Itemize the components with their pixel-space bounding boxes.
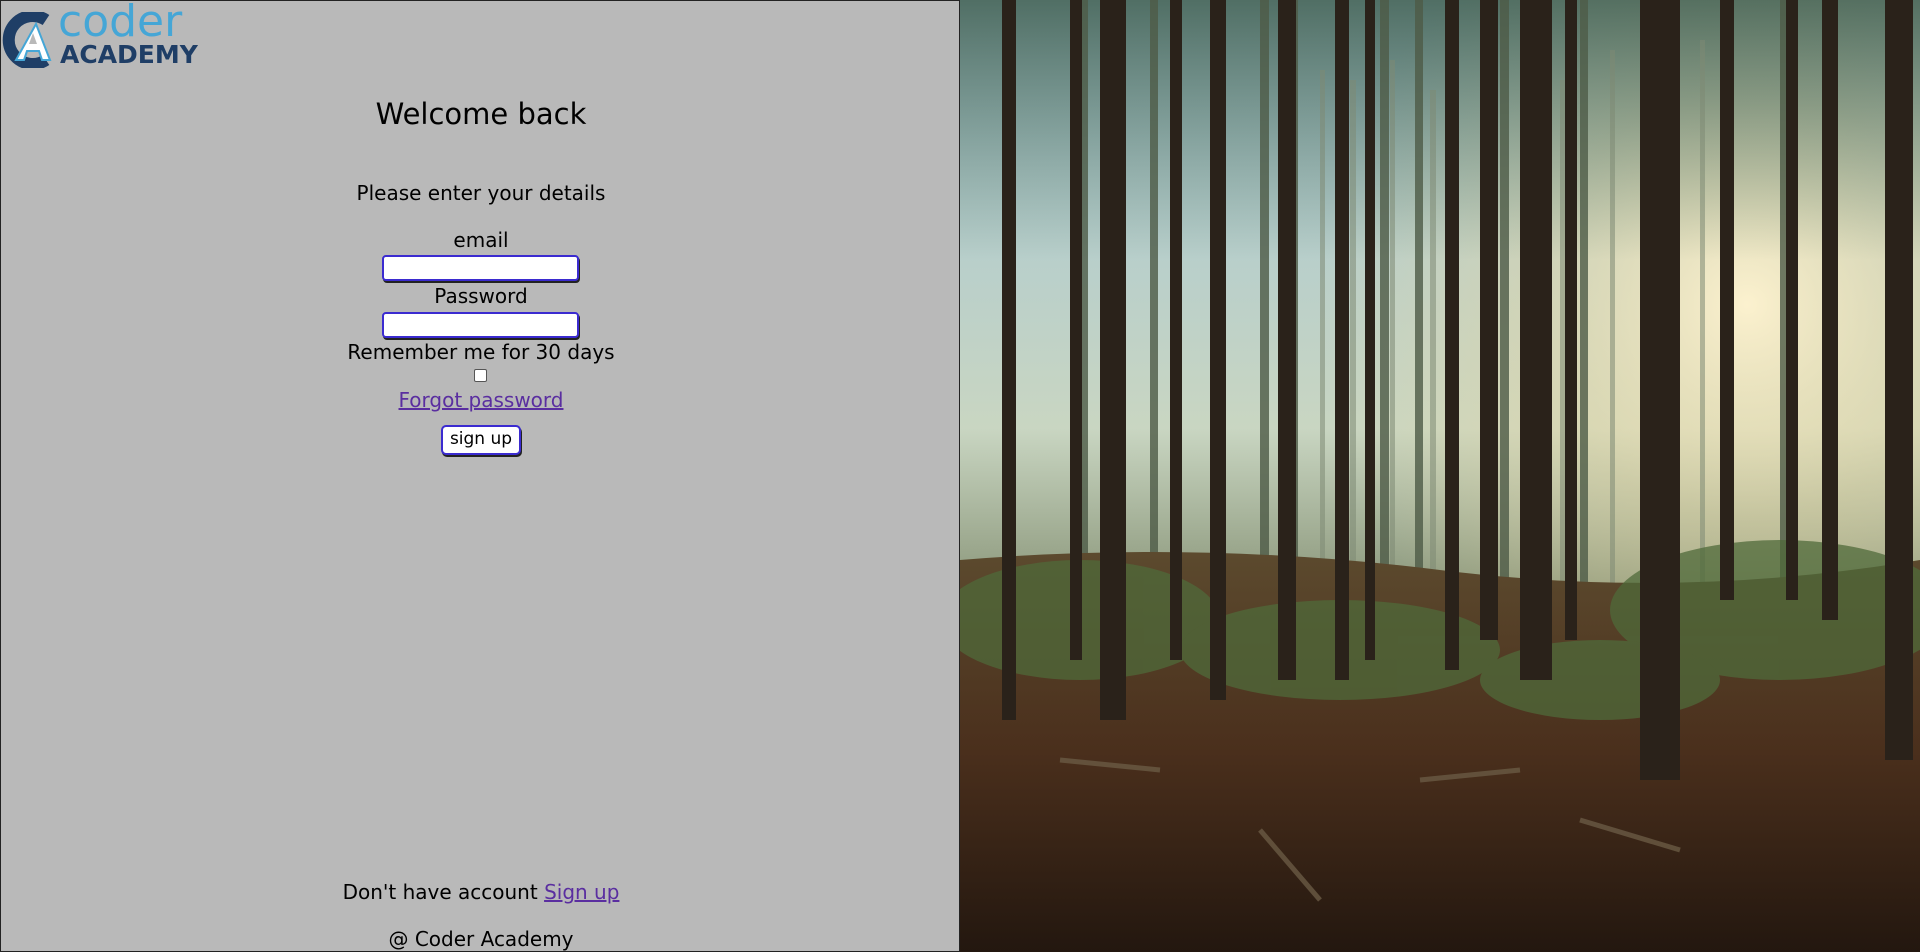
no-account-text: Don't have account xyxy=(342,880,538,904)
sign-up-link[interactable]: Sign up xyxy=(544,880,619,904)
coder-academy-logo-icon xyxy=(2,12,52,68)
email-label: email xyxy=(453,228,509,252)
page-title: Welcome back xyxy=(375,97,587,131)
password-label: Password xyxy=(434,284,528,308)
login-panel: coder ACADEMY Welcome back Please enter … xyxy=(0,0,960,952)
copyright-footer: @ Coder Academy xyxy=(388,927,574,951)
sign-up-button[interactable]: sign up xyxy=(441,425,521,455)
coder-academy-logo: coder ACADEMY xyxy=(2,0,200,69)
remember-me-label: Remember me for 30 days xyxy=(347,340,615,364)
password-field[interactable] xyxy=(382,312,579,338)
page-subtitle: Please enter your details xyxy=(356,181,606,205)
email-field[interactable] xyxy=(382,255,579,281)
remember-me-checkbox[interactable] xyxy=(474,369,487,382)
forest-photo xyxy=(960,0,1920,952)
signup-prompt: Don't have account Sign up xyxy=(1,880,961,904)
login-page: coder ACADEMY Welcome back Please enter … xyxy=(0,0,1920,952)
forgot-password-link[interactable]: Forgot password xyxy=(1,388,961,412)
forest-photo-svg xyxy=(960,0,1920,952)
logo-word-academy: ACADEMY xyxy=(60,40,198,69)
